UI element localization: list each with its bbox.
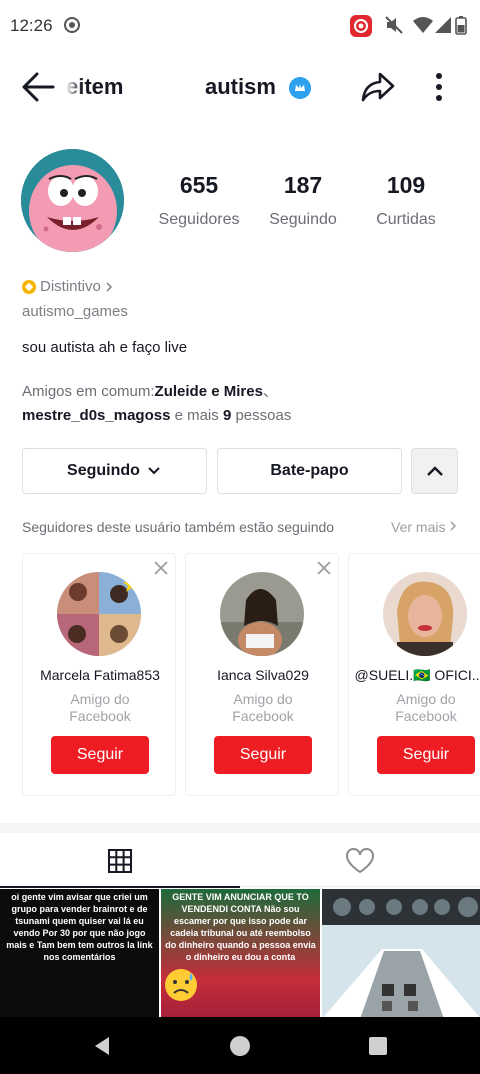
thumbnail-caption: GENTE VIM ANUNCIAR QUE TO VENDENDI CONTA… — [165, 892, 316, 962]
follow-button[interactable]: Seguir — [51, 736, 149, 774]
game-screenshot — [322, 889, 480, 1019]
mutual-prefix: Amigos em comum: — [22, 383, 155, 400]
likes-stat[interactable]: 109 Curtidas — [368, 172, 444, 229]
following-label: Seguindo — [269, 211, 337, 228]
thumbnail-caption: oi gente vim avisar que criei um grupo p… — [6, 892, 153, 962]
suggestion-avatar[interactable] — [220, 572, 304, 656]
chevron-down-icon — [148, 467, 160, 475]
mutual-middle: e mais — [170, 407, 223, 424]
tab-liked[interactable] — [240, 833, 480, 887]
profile-avatar[interactable] — [21, 149, 124, 252]
video-thumbnail[interactable] — [322, 889, 480, 1019]
videos-grid-icon — [108, 849, 132, 873]
profile-header: eitem autism — [0, 52, 480, 122]
avatar-image — [21, 149, 124, 252]
chevron-right-icon — [450, 521, 457, 531]
tab-videos[interactable] — [0, 833, 240, 888]
follow-button[interactable]: Seguir — [377, 736, 475, 774]
mute-icon — [385, 16, 403, 34]
suggestions-title: Seguidores deste usuário também estão se… — [22, 519, 335, 535]
nav-recents-icon[interactable] — [368, 1036, 388, 1056]
following-stat[interactable]: 187 Seguindo — [262, 172, 344, 229]
suggestion-subtitle: Amigo do Facebook — [69, 691, 131, 724]
nav-back-icon[interactable] — [92, 1035, 112, 1057]
followers-stat[interactable]: 655 Seguidores — [156, 172, 242, 229]
more-vertical-icon[interactable] — [428, 70, 450, 104]
signal-icon — [435, 17, 451, 33]
status-bar: 12:26 — [0, 0, 480, 52]
previous-user-label[interactable]: eitem — [66, 74, 136, 100]
profile-username: autism — [205, 74, 276, 99]
status-time: 12:26 — [10, 16, 53, 35]
video-thumbnail[interactable]: GENTE VIM ANUNCIAR QUE TO VENDENDI CONTA… — [161, 889, 320, 1019]
chevron-up-icon — [426, 466, 443, 476]
suggestion-name: Ianca Silva029 — [217, 667, 309, 683]
see-more-label: Ver mais — [391, 519, 446, 535]
following-count: 187 — [283, 172, 323, 198]
mutual-name-1: Zuleide e Mires — [154, 383, 263, 400]
badge-link[interactable]: Distintivo — [22, 278, 114, 295]
suggestion-card[interactable]: Marcela Fatima853 Amigo do Facebook Segu… — [22, 553, 176, 796]
profile-bio: sou autista ah e faço live — [22, 339, 188, 356]
profile-handle: autismo_games — [22, 303, 128, 320]
chat-button[interactable]: Bate-papo — [217, 448, 402, 494]
see-more-link[interactable]: Ver mais — [391, 519, 458, 535]
suggestion-subtitle: Amigo do Facebook — [395, 691, 457, 724]
suggestion-avatar[interactable] — [383, 572, 467, 656]
close-icon[interactable] — [316, 560, 332, 576]
chat-button-label: Bate-papo — [270, 462, 349, 479]
likes-count: 109 — [386, 172, 426, 198]
followers-count: 655 — [179, 172, 219, 198]
suggestion-name: @SUELI.🇧🇷 OFICI... — [354, 667, 480, 683]
followers-label: Seguidores — [158, 211, 240, 228]
wifi-icon — [413, 17, 433, 33]
likes-label: Curtidas — [376, 211, 436, 228]
active-tab-indicator — [0, 886, 240, 888]
video-thumbnail[interactable]: oi gente vim avisar que criei um grupo p… — [0, 889, 159, 1019]
follow-button[interactable]: Seguir — [214, 736, 312, 774]
back-arrow-icon[interactable] — [20, 70, 56, 104]
suggestion-card[interactable]: Ianca Silva029 Amigo do Facebook Seguir — [185, 553, 339, 796]
suggestion-avatar[interactable] — [57, 572, 141, 656]
portrait-photo — [220, 572, 304, 656]
close-icon[interactable] — [153, 560, 169, 576]
mutual-friends[interactable]: Amigos em comum:Zuleide e Mires、 mestre_d… — [22, 380, 462, 428]
chevron-right-icon — [106, 281, 112, 292]
suggestion-card[interactable]: @SUELI.🇧🇷 OFICI... Amigo do Facebook Seg… — [348, 553, 480, 796]
verified-icon — [289, 77, 311, 99]
mutual-suffix: pessoas — [231, 407, 292, 424]
suggestion-name: Marcela Fatima853 — [40, 667, 160, 683]
debug-icon — [64, 17, 80, 33]
screen-record-icon — [350, 15, 372, 37]
liked-heart-icon — [346, 848, 374, 874]
following-button-label: Seguindo — [67, 462, 140, 479]
system-navigation-bar — [0, 1017, 480, 1074]
collapse-suggestions-button[interactable] — [411, 448, 458, 494]
battery-icon — [455, 16, 467, 35]
nav-home-icon[interactable] — [229, 1035, 251, 1057]
badge-label: Distintivo — [40, 278, 101, 295]
mutual-name-2: mestre_d0s_magoss — [22, 407, 171, 424]
following-button[interactable]: Seguindo — [22, 448, 207, 494]
suggestion-subtitle: Amigo do Facebook — [232, 691, 294, 724]
section-divider — [0, 823, 480, 833]
badge-icon — [22, 279, 36, 294]
portrait-photo — [383, 572, 467, 656]
sad-face-emoji-icon — [165, 969, 197, 1001]
collage-photo — [57, 572, 141, 656]
share-icon[interactable] — [360, 70, 396, 104]
content-tabs — [0, 833, 480, 888]
mutual-separator: 、 — [262, 383, 278, 400]
